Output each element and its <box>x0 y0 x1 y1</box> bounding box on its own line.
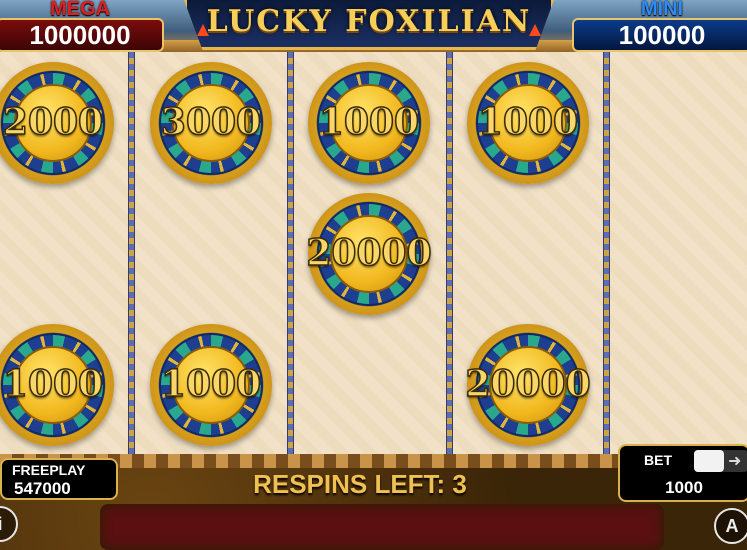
coin-symbol: 1000 <box>150 324 272 446</box>
reel-divider <box>128 52 135 454</box>
mini-jackpot-label: MINI <box>640 0 684 20</box>
reel-divider <box>446 52 453 454</box>
bet-toggle[interactable]: ➜ <box>694 450 747 472</box>
coin-value: 20000 <box>306 232 433 274</box>
bet-value: 1000 <box>665 478 703 497</box>
freeplay-panel: FREEPLAY 547000 <box>0 458 118 500</box>
reel-divider <box>287 52 294 454</box>
coin-symbol: 20000 <box>306 193 432 315</box>
coin-symbol: 3000 <box>150 62 272 184</box>
info-icon: i <box>0 514 3 534</box>
bet-toggle-knob[interactable] <box>694 450 724 472</box>
coin-symbol: 1000 <box>308 62 430 184</box>
reel-divider <box>603 52 610 454</box>
coin-value: 1000 <box>477 101 579 143</box>
mini-jackpot-value: 100000 <box>618 20 706 50</box>
game-title: LUCKY FOXILIAN <box>206 4 532 39</box>
mega-jackpot-label: MEGA <box>50 0 110 20</box>
game-logo: LUCKY FOXILIAN <box>184 0 554 50</box>
gem-right-icon <box>529 24 541 36</box>
coin-value: 3000 <box>160 101 262 143</box>
autoplay-icon: A <box>725 516 739 536</box>
bet-panel: BET ➜ 1000 <box>618 444 747 502</box>
mega-jackpot: MEGA 1000000 <box>0 0 164 52</box>
mega-jackpot-value: 1000000 <box>29 20 131 50</box>
respins-left-text: RESPINS LEFT: 3 <box>253 469 467 499</box>
arrow-right-icon: ➜ <box>728 451 742 470</box>
coin-value: 20000 <box>465 363 592 405</box>
coin-value: 1000 <box>2 363 104 405</box>
reel-5 <box>610 52 747 454</box>
mini-jackpot: MINI 100000 <box>572 0 747 52</box>
freeplay-label: FREEPLAY <box>12 462 86 478</box>
freeplay-value: 547000 <box>14 479 71 498</box>
coin-value: 1000 <box>160 363 262 405</box>
slot-game-screen: MEGA 1000000 LUCKY FOXILIAN MINI 100000 … <box>0 0 747 550</box>
coin-symbol: 20000 <box>465 324 591 446</box>
autoplay-button[interactable]: A <box>714 508 747 544</box>
bet-label: BET <box>644 452 672 468</box>
coin-value: 1000 <box>318 101 420 143</box>
coin-value: 2000 <box>2 101 104 143</box>
spin-area <box>100 504 664 550</box>
coin-symbol: 1000 <box>467 62 589 184</box>
reel-grid: 2000 3000 1000 1000 20000 1000 1000 2000… <box>0 52 747 454</box>
